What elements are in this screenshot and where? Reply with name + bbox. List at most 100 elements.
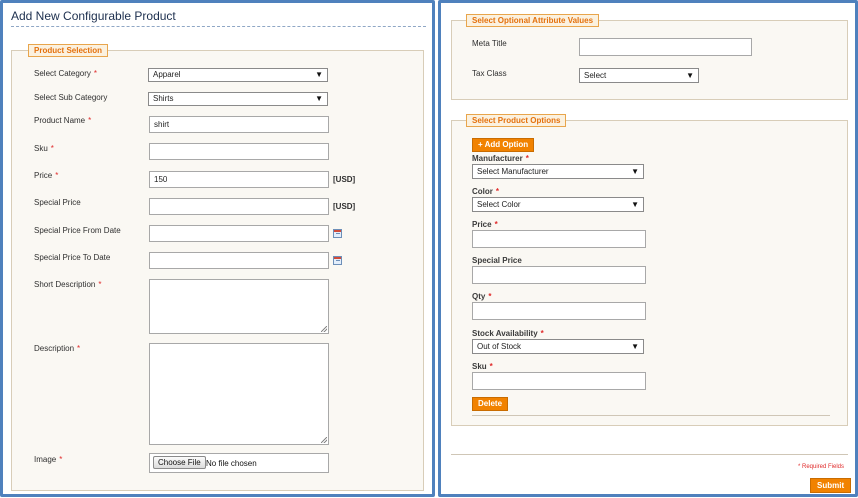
color-value: Select Color bbox=[477, 200, 521, 209]
category-label: Select Category * bbox=[34, 69, 97, 78]
page-title: Add New Configurable Product bbox=[11, 9, 176, 23]
manufacturer-value: Select Manufacturer bbox=[477, 167, 549, 176]
delete-option-button[interactable]: Delete bbox=[472, 397, 509, 411]
tax-class-value: Select bbox=[584, 71, 607, 80]
required-marker: * bbox=[88, 116, 92, 125]
category-select[interactable]: Apparel ▼ bbox=[148, 68, 328, 82]
required-marker: * bbox=[98, 280, 102, 289]
description-label: Description * bbox=[34, 344, 80, 353]
color-select[interactable]: Select Color ▼ bbox=[472, 197, 644, 212]
sub-category-label: Select Sub Category bbox=[34, 93, 108, 102]
chevron-down-icon: ▼ bbox=[315, 70, 323, 79]
short-description-textarea[interactable] bbox=[149, 279, 329, 334]
meta-title-label: Meta Title bbox=[472, 39, 507, 48]
choose-file-button[interactable]: Choose File bbox=[153, 456, 206, 469]
meta-title-input[interactable] bbox=[579, 38, 752, 56]
price-label-text: Price bbox=[34, 171, 53, 180]
sku-input[interactable] bbox=[149, 143, 329, 160]
chevron-down-icon: ▼ bbox=[631, 200, 639, 209]
special-to-date-input[interactable] bbox=[149, 252, 329, 269]
footer-divider bbox=[451, 454, 848, 455]
chevron-down-icon: ▼ bbox=[686, 71, 694, 80]
special-price-currency: [USD] bbox=[333, 202, 356, 211]
required-marker: * bbox=[489, 362, 493, 371]
manufacturer-select[interactable]: Select Manufacturer ▼ bbox=[472, 164, 644, 179]
optional-attributes-section: Select Optional Attribute Values Meta Ti… bbox=[451, 14, 848, 100]
special-from-label: Special Price From Date bbox=[34, 226, 121, 235]
short-description-label-text: Short Description bbox=[34, 280, 96, 289]
add-option-button[interactable]: + Add Option bbox=[472, 138, 535, 152]
stock-availability-label: Stock Availability * bbox=[472, 329, 544, 338]
price-currency: [USD] bbox=[333, 175, 356, 184]
special-from-date-input[interactable] bbox=[149, 225, 329, 242]
qty-label-text: Qty bbox=[472, 292, 486, 301]
category-value: Apparel bbox=[153, 70, 181, 79]
price-input[interactable]: 150 bbox=[149, 171, 329, 188]
stock-availability-label-text: Stock Availability bbox=[472, 329, 538, 338]
option-sku-input[interactable] bbox=[472, 372, 646, 390]
price-label: Price * bbox=[34, 171, 58, 180]
calendar-icon[interactable] bbox=[333, 256, 342, 265]
product-name-label-text: Product Name bbox=[34, 116, 86, 125]
option-divider bbox=[472, 415, 830, 416]
image-file-input[interactable]: Choose File No file chosen bbox=[149, 453, 329, 473]
required-marker: * bbox=[50, 144, 54, 153]
short-description-label: Short Description * bbox=[34, 280, 101, 289]
product-name-label: Product Name * bbox=[34, 116, 91, 125]
stock-availability-select[interactable]: Out of Stock ▼ bbox=[472, 339, 644, 354]
required-marker: * bbox=[488, 292, 492, 301]
option-sku-label: Sku * bbox=[472, 362, 493, 371]
chevron-down-icon: ▼ bbox=[315, 94, 323, 103]
special-to-label: Special Price To Date bbox=[34, 253, 111, 262]
chevron-down-icon: ▼ bbox=[631, 342, 639, 351]
required-marker: * bbox=[59, 455, 63, 464]
product-selection-section: Product Selection Select Category * Appar… bbox=[11, 44, 424, 491]
product-form-panel: Add New Configurable Product Product Sel… bbox=[0, 0, 435, 497]
tax-class-select[interactable]: Select ▼ bbox=[579, 68, 699, 83]
chevron-down-icon: ▼ bbox=[631, 167, 639, 176]
option-special-price-input[interactable] bbox=[472, 266, 646, 284]
resize-handle-icon[interactable] bbox=[321, 326, 327, 332]
option-price-input[interactable] bbox=[472, 230, 646, 248]
submit-button[interactable]: Submit bbox=[810, 478, 852, 493]
product-options-section: Select Product Options + Add Option Manu… bbox=[451, 114, 848, 426]
sku-label-text: Sku bbox=[34, 144, 48, 153]
qty-label: Qty * bbox=[472, 292, 491, 301]
title-divider bbox=[11, 26, 426, 27]
manufacturer-label-text: Manufacturer bbox=[472, 154, 523, 163]
description-label-text: Description bbox=[34, 344, 75, 353]
stock-availability-value: Out of Stock bbox=[477, 342, 522, 351]
option-price-label: Price * bbox=[472, 220, 498, 229]
required-marker: * bbox=[494, 220, 498, 229]
product-options-panel: Select Optional Attribute Values Meta Ti… bbox=[438, 0, 858, 497]
description-textarea[interactable] bbox=[149, 343, 329, 445]
required-marker: * bbox=[55, 171, 59, 180]
image-label: Image * bbox=[34, 455, 62, 464]
required-fields-note: * Required Fields bbox=[798, 464, 845, 470]
calendar-icon[interactable] bbox=[333, 229, 342, 238]
required-marker: * bbox=[540, 329, 544, 338]
option-special-price-label: Special Price bbox=[472, 256, 522, 265]
product-name-input[interactable]: shirt bbox=[149, 116, 329, 133]
file-status: No file chosen bbox=[206, 459, 257, 468]
special-price-input[interactable] bbox=[149, 198, 329, 215]
option-sku-label-text: Sku bbox=[472, 362, 487, 371]
resize-handle-icon[interactable] bbox=[321, 437, 327, 443]
sku-label: Sku * bbox=[34, 144, 54, 153]
qty-input[interactable] bbox=[472, 302, 646, 320]
color-label-text: Color bbox=[472, 187, 493, 196]
manufacturer-label: Manufacturer * bbox=[472, 154, 529, 163]
category-label-text: Select Category bbox=[34, 69, 91, 78]
section-legend: Select Product Options bbox=[466, 114, 567, 127]
required-marker: * bbox=[495, 187, 500, 196]
section-legend: Product Selection bbox=[28, 44, 109, 57]
color-label: Color * bbox=[472, 187, 499, 196]
sub-category-select[interactable]: Shirts ▼ bbox=[148, 92, 328, 106]
required-marker: * bbox=[77, 344, 81, 353]
image-label-text: Image bbox=[34, 455, 57, 464]
special-price-label: Special Price bbox=[34, 198, 81, 207]
required-marker: * bbox=[525, 154, 529, 163]
option-price-label-text: Price bbox=[472, 220, 492, 229]
tax-class-label: Tax Class bbox=[472, 69, 507, 78]
sub-category-value: Shirts bbox=[153, 94, 174, 103]
